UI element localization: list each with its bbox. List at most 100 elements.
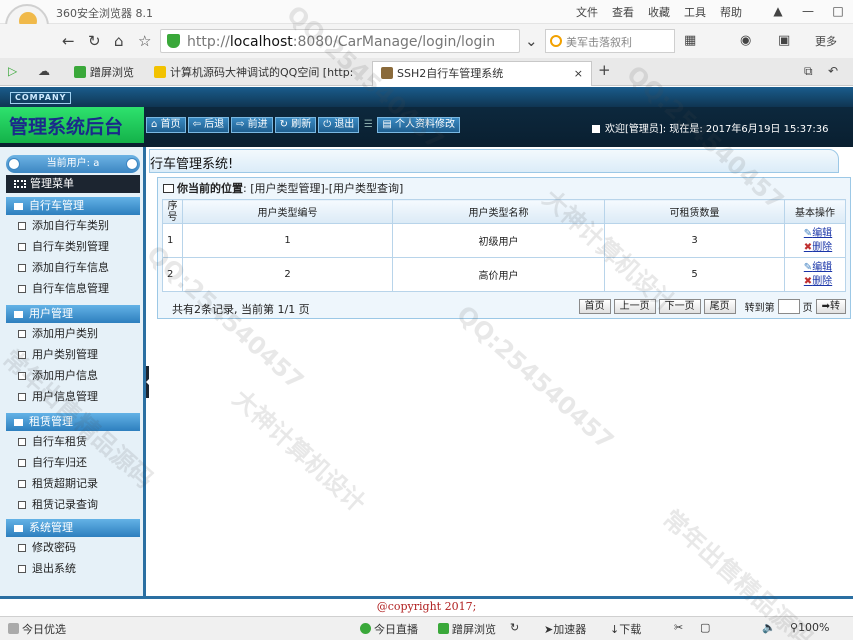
group-icon bbox=[14, 311, 23, 318]
logo-block: 管理系统后台 bbox=[0, 107, 144, 143]
cloud-icon[interactable]: ☁ bbox=[38, 62, 50, 80]
status-window-icon[interactable]: ▢ bbox=[700, 621, 710, 634]
maximize-icon[interactable]: □ bbox=[823, 0, 853, 22]
checkbox-icon bbox=[18, 285, 26, 293]
apps-icon[interactable]: ▦ bbox=[684, 32, 696, 50]
sidebar-item-overdue-records[interactable]: 租赁超期记录 bbox=[6, 473, 140, 494]
sidebar-item-bike-info-manage[interactable]: 自行车信息管理 bbox=[6, 278, 140, 299]
status-screen-browse[interactable]: 蹭屏浏览 bbox=[438, 621, 496, 637]
menu-favorites[interactable]: 收藏 bbox=[648, 4, 670, 20]
checkbox-icon bbox=[18, 544, 26, 552]
goto-page-input[interactable] bbox=[777, 299, 800, 314]
next-page-button[interactable]: 下一页 bbox=[658, 299, 701, 314]
search-engine-icon bbox=[550, 35, 562, 47]
zoom-level[interactable]: ⚲100% bbox=[790, 621, 830, 634]
main-content: 行车管理系统! 你当前的位置: [用户类型管理]-[用户类型查询] 序号 用户类… bbox=[149, 147, 853, 596]
group-head-system[interactable]: 系统管理 bbox=[6, 519, 140, 537]
browser-tab-bar: ▷ ☁ 蹭屏浏览 计算机源码大神调试的QQ空间 [http: SSH2自行车管理… bbox=[0, 58, 853, 86]
checkbox-icon bbox=[18, 565, 26, 573]
reload-icon[interactable]: ↻ bbox=[88, 32, 101, 50]
pencil-icon: ✎ bbox=[803, 227, 813, 239]
menu-help[interactable]: 帮助 bbox=[720, 4, 742, 20]
sidebar: 当前用户: a 管理菜单 自行车管理 添加自行车类别 自行车类别管理 添加自行车… bbox=[0, 147, 146, 596]
security-icon[interactable]: ◉ bbox=[740, 32, 751, 50]
volume-icon[interactable]: 🔈 bbox=[762, 621, 776, 634]
sidebar-item-add-bike-type[interactable]: 添加自行车类别 bbox=[6, 215, 140, 236]
shirt-icon[interactable]: ▲ bbox=[763, 0, 793, 22]
sidebar-toggle-icon[interactable]: ▷ bbox=[8, 62, 17, 80]
tab-screen-browse[interactable]: 蹭屏浏览 bbox=[66, 61, 136, 86]
menu-view[interactable]: 查看 bbox=[612, 4, 634, 20]
menu-file[interactable]: 文件 bbox=[576, 4, 598, 20]
status-screenshot-icon[interactable]: ✂ bbox=[674, 621, 683, 634]
group-icon bbox=[14, 203, 23, 210]
sidebar-item-add-user-type[interactable]: 添加用户类别 bbox=[6, 323, 140, 344]
browser-title: 360安全浏览器 8.1 bbox=[56, 7, 153, 20]
close-tab-icon[interactable]: × bbox=[574, 62, 583, 86]
app-nav: ⌂ 首页 ⇦ 后退 ⇨ 前进 ↻ 刷新 ⏻ 退出 ☰ ▤ 个人资料修改 bbox=[146, 117, 460, 133]
dropdown-icon[interactable]: ⌄ bbox=[525, 32, 538, 50]
nav-forward-button[interactable]: ⇨ 前进 bbox=[231, 117, 273, 133]
group-bike-management: 自行车管理 添加自行车类别 自行车类别管理 添加自行车信息 自行车信息管理 bbox=[6, 197, 140, 299]
sidebar-item-exit-system[interactable]: 退出系统 bbox=[6, 558, 140, 579]
sidebar-item-user-type-manage[interactable]: 用户类别管理 bbox=[6, 344, 140, 365]
minimize-icon[interactable]: — bbox=[793, 0, 823, 22]
app-title: 管理系统后台 bbox=[9, 116, 124, 138]
more-menu[interactable]: 更多 bbox=[815, 33, 837, 49]
sidebar-item-rental-query[interactable]: 租赁记录查询 bbox=[6, 494, 140, 515]
grid-icon bbox=[14, 180, 26, 188]
prev-page-button[interactable]: 上一页 bbox=[613, 299, 656, 314]
group-head-bike[interactable]: 自行车管理 bbox=[6, 197, 140, 215]
delete-link[interactable]: ✖删除 bbox=[791, 275, 845, 289]
sidebar-item-user-info-manage[interactable]: 用户信息管理 bbox=[6, 386, 140, 407]
edit-link[interactable]: ✎编辑 bbox=[791, 261, 845, 275]
last-page-button[interactable]: 尾页 bbox=[703, 299, 736, 314]
status-accelerator[interactable]: ➤加速器 bbox=[544, 621, 586, 637]
new-tab-button[interactable]: + bbox=[598, 61, 611, 79]
back-icon[interactable]: ← bbox=[62, 32, 75, 50]
pagination: 共有2条记录, 当前第 1/1 页 首页 上一页 下一页 尾页 转到第 页 ➡转 bbox=[162, 299, 846, 317]
go-button[interactable]: ➡转 bbox=[815, 299, 846, 314]
sidebar-item-bike-rent[interactable]: 自行车租赁 bbox=[6, 431, 140, 452]
status-live[interactable]: 今日直播 bbox=[360, 621, 418, 637]
checkbox-icon bbox=[18, 222, 26, 230]
nav-logout-button[interactable]: ⏻ 退出 bbox=[318, 117, 360, 133]
translate-icon[interactable]: ▣ bbox=[778, 32, 790, 50]
current-user: 当前用户: a bbox=[6, 155, 140, 173]
user-type-table: 序号 用户类型编号 用户类型名称 可租赁数量 基本操作 1 1 初级用户 3 ✎… bbox=[162, 199, 846, 292]
status-today-picks[interactable]: 今日优选 bbox=[8, 621, 66, 637]
status-refresh-icon[interactable]: ↻ bbox=[510, 621, 519, 634]
tab-qq-space[interactable]: 计算机源码大神调试的QQ空间 [http: bbox=[146, 61, 360, 86]
restore-tab-icon[interactable]: ⧉ bbox=[804, 62, 813, 80]
home-icon[interactable]: ⌂ bbox=[114, 32, 124, 50]
edit-link[interactable]: ✎编辑 bbox=[791, 227, 845, 241]
group-head-user[interactable]: 用户管理 bbox=[6, 305, 140, 323]
content-panel: 你当前的位置: [用户类型管理]-[用户类型查询] 序号 用户类型编号 用户类型… bbox=[157, 177, 851, 319]
delete-link[interactable]: ✖删除 bbox=[791, 241, 845, 255]
search-input[interactable]: 美军击落叙利 bbox=[545, 29, 675, 53]
nav-profile-button[interactable]: ▤ 个人资料修改 bbox=[377, 117, 460, 133]
header-code: 用户类型编号 bbox=[182, 199, 393, 224]
sidebar-item-add-bike-info[interactable]: 添加自行车信息 bbox=[6, 257, 140, 278]
tab-bike-system[interactable]: SSH2自行车管理系统 × bbox=[372, 61, 592, 86]
sidebar-item-bike-return[interactable]: 自行车归还 bbox=[6, 452, 140, 473]
nav-home-button[interactable]: ⌂ 首页 bbox=[146, 117, 186, 133]
star-icon[interactable]: ☆ bbox=[138, 32, 151, 50]
sidebar-item-bike-type-manage[interactable]: 自行车类别管理 bbox=[6, 236, 140, 257]
checkbox-icon bbox=[18, 372, 26, 380]
sidebar-item-add-user-info[interactable]: 添加用户信息 bbox=[6, 365, 140, 386]
cell-count: 5 bbox=[604, 257, 785, 292]
menu-tools[interactable]: 工具 bbox=[684, 4, 706, 20]
undo-icon[interactable]: ↶ bbox=[828, 62, 838, 80]
checkbox-icon bbox=[18, 501, 26, 509]
cell-seq: 2 bbox=[162, 257, 183, 292]
nav-back-button[interactable]: ⇦ 后退 bbox=[187, 117, 230, 133]
header-seq: 序号 bbox=[162, 199, 183, 224]
status-download[interactable]: ↓下载 bbox=[610, 621, 641, 637]
browser-address-bar: ← ↻ ⌂ ☆ http://localhost:8080/CarManage/… bbox=[0, 24, 853, 58]
sidebar-item-change-password[interactable]: 修改密码 bbox=[6, 537, 140, 558]
group-head-rental[interactable]: 租赁管理 bbox=[6, 413, 140, 431]
nav-refresh-button[interactable]: ↻ 刷新 bbox=[274, 117, 317, 133]
first-page-button[interactable]: 首页 bbox=[578, 299, 611, 314]
url-input[interactable]: http://localhost:8080/CarManage/login/lo… bbox=[160, 29, 520, 53]
